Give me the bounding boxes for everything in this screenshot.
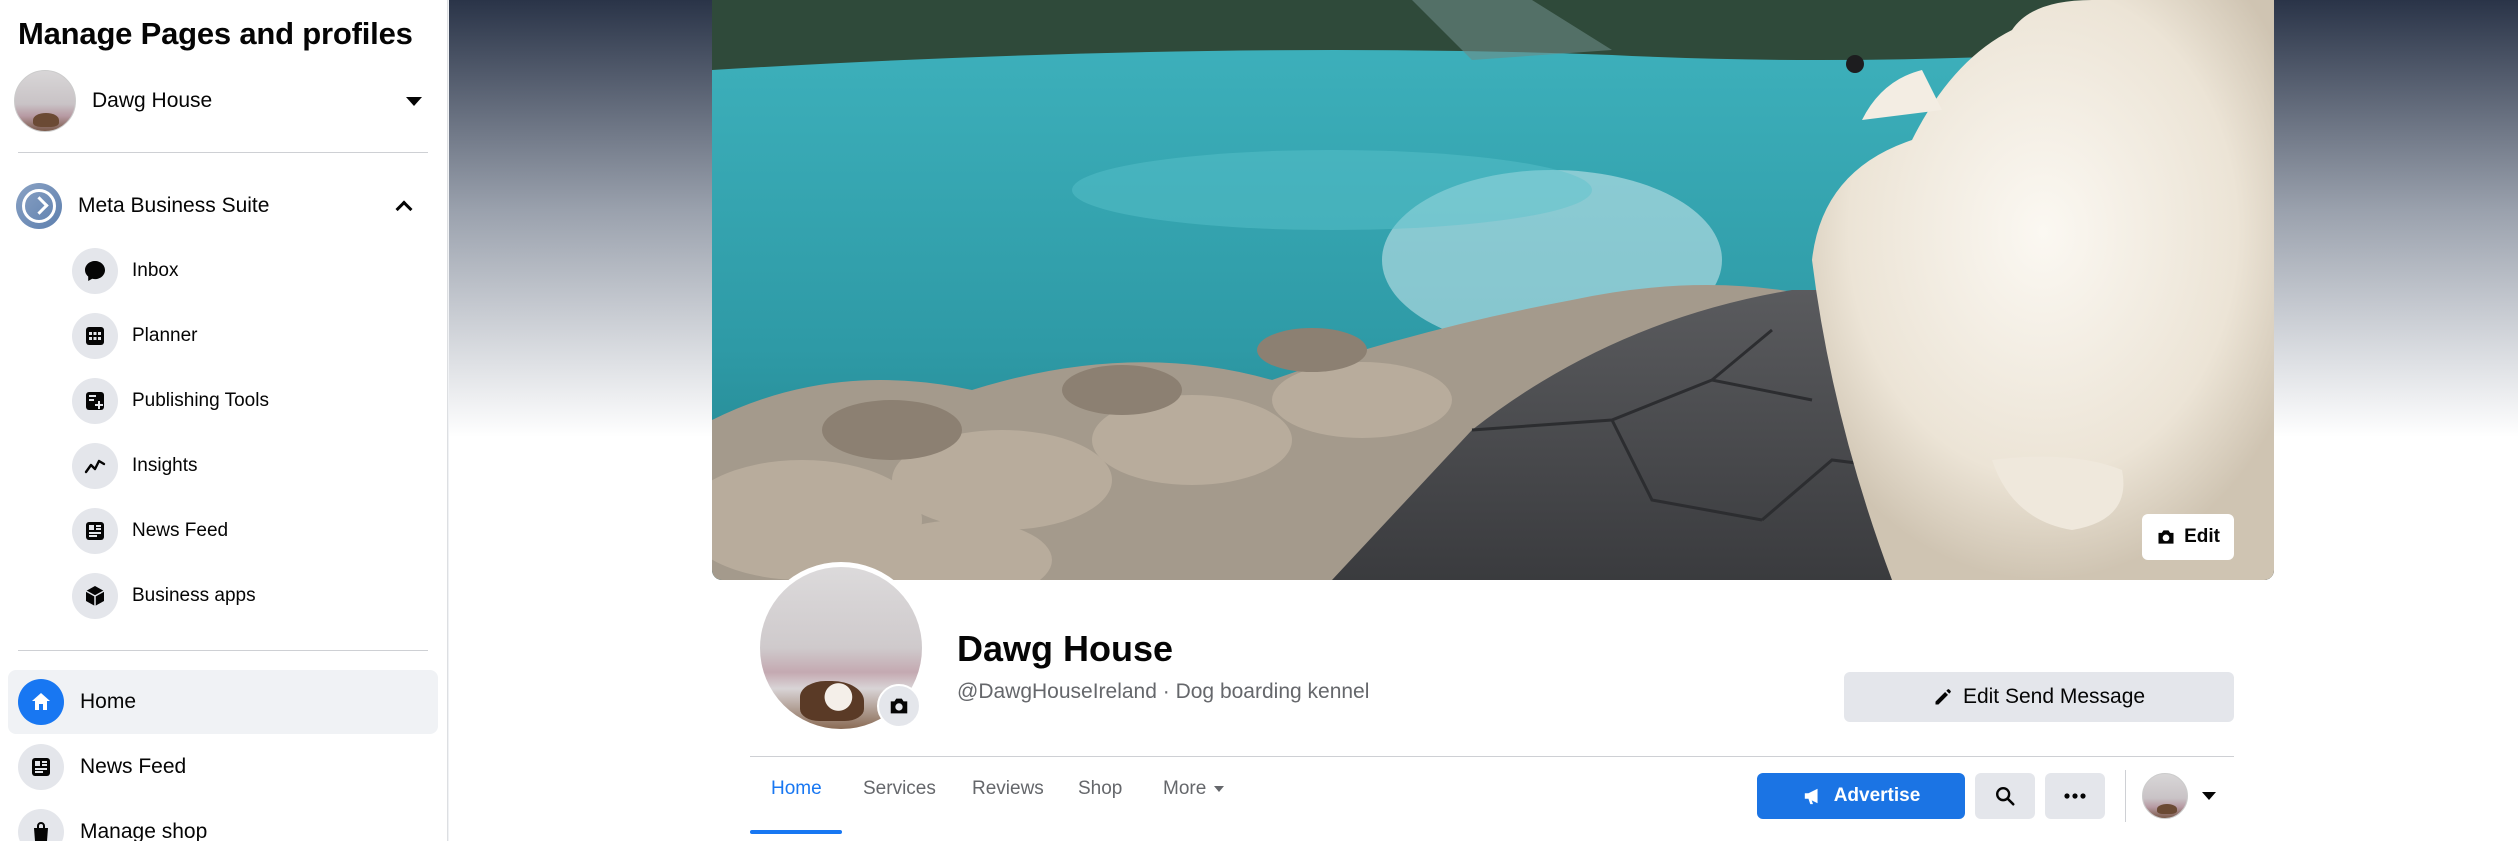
sidebar-item-label: Manage shop xyxy=(80,820,208,841)
chat-bubble-icon xyxy=(72,248,118,294)
tab-label: More xyxy=(1163,778,1207,799)
sidebar-item-label: Inbox xyxy=(132,260,179,281)
sidebar-item-publishing-tools[interactable]: Publishing Tools xyxy=(72,373,432,429)
tab-label: Services xyxy=(863,778,936,799)
actor-switcher[interactable] xyxy=(2142,772,2216,820)
cover-photo-image xyxy=(712,0,2274,580)
tab-label: Reviews xyxy=(972,778,1044,799)
sidebar-item-manage-shop[interactable]: Manage shop xyxy=(8,800,438,841)
caret-down-icon xyxy=(406,96,422,106)
divider xyxy=(2125,770,2126,822)
tab-label: Home xyxy=(771,778,822,799)
avatar xyxy=(2142,773,2188,819)
divider xyxy=(750,756,2234,757)
cover-photo: Edit xyxy=(712,0,2274,580)
calendar-grid-icon xyxy=(72,313,118,359)
news-feed-icon xyxy=(72,508,118,554)
ellipsis-icon xyxy=(2064,793,2086,799)
sidebar-title: Manage Pages and profiles xyxy=(18,16,413,51)
insights-trend-icon xyxy=(72,443,118,489)
tab-home[interactable]: Home xyxy=(771,778,822,834)
meta-business-suite-icon xyxy=(16,183,62,229)
camera-icon xyxy=(890,698,908,714)
edit-cover-button[interactable]: Edit xyxy=(2142,514,2234,560)
edit-send-message-label: Edit Send Message xyxy=(1962,685,2146,708)
more-options-button[interactable] xyxy=(2045,773,2105,819)
tab-label: Shop xyxy=(1078,778,1123,799)
tab-shop[interactable]: Shop xyxy=(1078,778,1122,834)
caret-down-icon xyxy=(2202,792,2216,800)
sidebar-item-planner[interactable]: Planner xyxy=(72,308,432,364)
active-tab-indicator xyxy=(750,830,842,834)
home-icon xyxy=(18,679,64,725)
pencil-icon xyxy=(1935,689,1951,705)
profile-name: Dawg House xyxy=(92,89,213,112)
sidebar-item-label: Insights xyxy=(132,455,198,476)
search-icon xyxy=(1996,787,2015,806)
sidebar-item-label: Home xyxy=(80,690,137,713)
megaphone-icon xyxy=(1804,788,1818,805)
sidebar-item-label: Business apps xyxy=(132,585,256,606)
advertise-label: Advertise xyxy=(1833,785,1921,806)
camera-icon xyxy=(2158,530,2174,544)
sidebar-item-news-feed-main[interactable]: News Feed xyxy=(8,735,438,799)
profile-switcher[interactable]: Dawg House xyxy=(14,68,434,134)
cube-icon xyxy=(72,573,118,619)
sidebar-item-news-feed[interactable]: News Feed xyxy=(72,503,432,559)
chevron-up-icon xyxy=(395,200,413,218)
caret-down-icon xyxy=(1214,786,1225,792)
page-subtitle: @DawgHouseIreland · Dog boarding kennel xyxy=(957,680,1370,703)
meta-business-suite-toggle[interactable]: Meta Business Suite xyxy=(16,182,428,230)
avatar xyxy=(14,70,76,132)
tab-reviews[interactable]: Reviews xyxy=(972,778,1044,834)
meta-business-suite-label: Meta Business Suite xyxy=(78,194,270,217)
divider xyxy=(18,650,428,651)
sidebar-item-inbox[interactable]: Inbox xyxy=(72,243,432,299)
sidebar-item-insights[interactable]: Insights xyxy=(72,438,432,494)
sidebar-item-label: Planner xyxy=(132,325,198,346)
sidebar-item-label: Publishing Tools xyxy=(132,390,269,411)
edit-send-message-button[interactable]: Edit Send Message xyxy=(1844,672,2234,722)
divider xyxy=(18,152,428,153)
page-main: Edit Dawg House @DawgHouseIreland · Dog … xyxy=(449,0,2518,841)
page-title: Dawg House xyxy=(957,628,1174,669)
tab-services[interactable]: Services xyxy=(863,778,936,834)
search-button[interactable] xyxy=(1975,773,2035,819)
advertise-button[interactable]: Advertise xyxy=(1757,773,1965,819)
sidebar-item-label: News Feed xyxy=(80,755,187,778)
news-feed-icon xyxy=(18,744,64,790)
shopping-bag-icon xyxy=(18,809,64,841)
sidebar-item-home[interactable]: Home xyxy=(8,670,438,734)
sidebar: Manage Pages and profiles Dawg House Met… xyxy=(0,0,448,841)
sidebar-item-label: News Feed xyxy=(132,520,229,541)
edit-cover-label: Edit xyxy=(2184,526,2220,547)
publishing-tools-icon xyxy=(72,378,118,424)
tab-more[interactable]: More xyxy=(1163,778,1225,834)
update-profile-picture-button[interactable] xyxy=(877,684,921,728)
sidebar-item-business-apps[interactable]: Business apps xyxy=(72,568,432,624)
